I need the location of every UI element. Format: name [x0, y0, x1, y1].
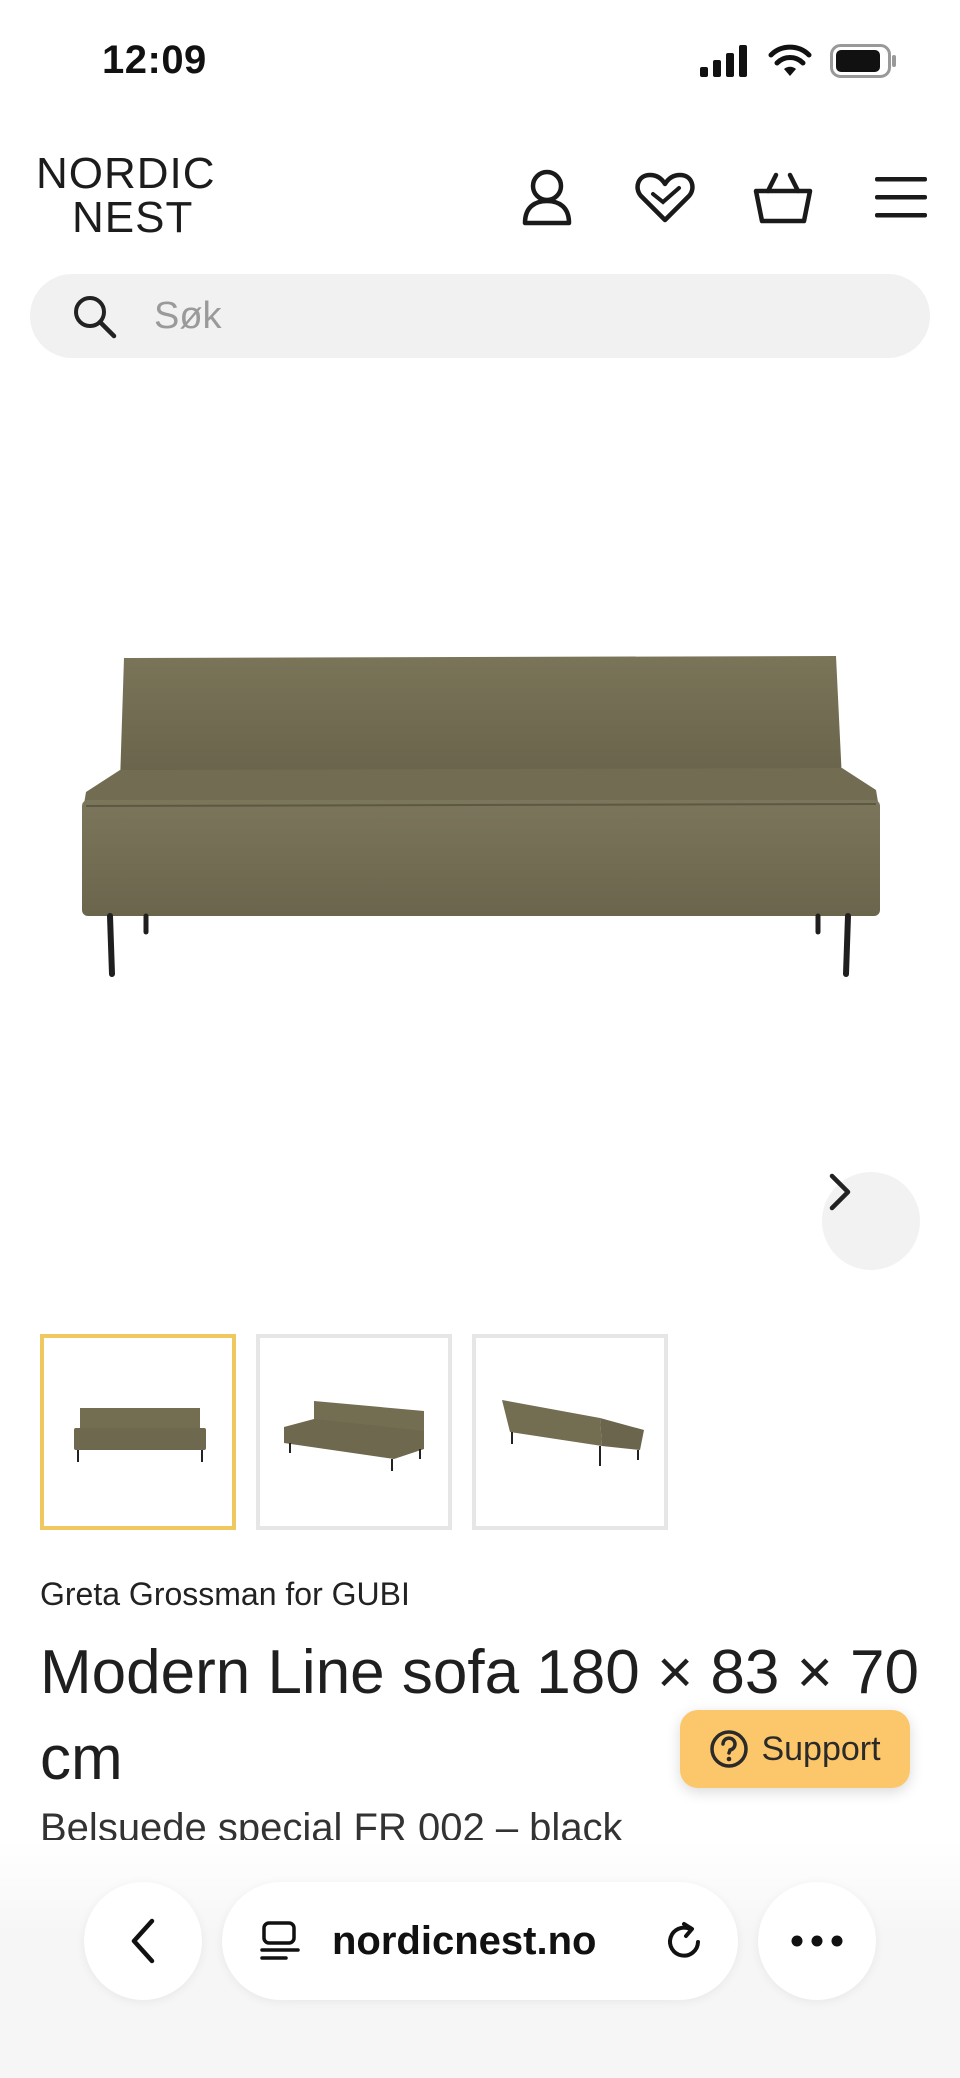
sofa-image — [82, 656, 880, 977]
chevron-right-icon — [829, 1173, 851, 1211]
ellipsis-icon — [791, 1935, 843, 1947]
browser-url: nordicnest.no — [332, 1918, 597, 1963]
nordic-nest-logo[interactable]: NORDIC NEST — [36, 152, 236, 240]
chevron-left-icon — [131, 1918, 155, 1964]
support-label: Support — [761, 1729, 881, 1768]
reload-icon[interactable] — [662, 1920, 706, 1964]
wishlist-icon[interactable] — [634, 166, 696, 228]
sofa-front-thumbnail — [74, 1408, 206, 1462]
help-icon — [710, 1730, 749, 1768]
thumbnail-3[interactable] — [472, 1334, 668, 1530]
for-text: for — [285, 1576, 323, 1612]
next-image-button[interactable] — [822, 1172, 920, 1270]
page-menu-icon[interactable] — [258, 1919, 302, 1963]
support-button[interactable]: Support — [680, 1710, 910, 1788]
browser-more-button[interactable] — [758, 1882, 876, 2000]
sofa-back-thumbnail — [502, 1400, 644, 1466]
logo-line-2: NEST — [72, 193, 194, 242]
thumbnail-2[interactable] — [256, 1334, 452, 1530]
status-bar: 12:09 — [0, 0, 960, 120]
menu-icon[interactable] — [870, 166, 932, 228]
wifi-icon — [768, 44, 812, 76]
search-bar[interactable] — [30, 274, 930, 358]
product-variant: Belsuede special FR 002 – black — [40, 1806, 623, 1840]
designer-brand-line: Greta Grossman for GUBI — [40, 1576, 410, 1613]
account-icon[interactable] — [516, 166, 578, 228]
basket-icon[interactable] — [752, 166, 814, 228]
browser-toolbar: nordicnest.no — [0, 1840, 960, 2078]
status-time: 12:09 — [102, 38, 207, 82]
search-icon — [74, 296, 117, 339]
status-icons — [700, 44, 898, 78]
browser-back-button[interactable] — [84, 1882, 202, 2000]
header-actions — [516, 166, 932, 228]
image-thumbnails — [40, 1334, 668, 1530]
brand-link[interactable]: GUBI — [332, 1576, 410, 1612]
battery-icon — [830, 44, 896, 78]
browser-address-bar[interactable]: nordicnest.no — [222, 1882, 738, 2000]
search-input[interactable] — [154, 294, 854, 338]
designer-link[interactable]: Greta Grossman — [40, 1576, 277, 1612]
logo-line-1: NORDIC — [36, 149, 216, 198]
sofa-angle-thumbnail — [284, 1401, 424, 1471]
thumbnail-1[interactable] — [40, 1334, 236, 1530]
cellular-signal-icon — [700, 45, 747, 77]
site-header: NORDIC NEST — [0, 140, 960, 260]
product-image[interactable] — [0, 400, 960, 1300]
